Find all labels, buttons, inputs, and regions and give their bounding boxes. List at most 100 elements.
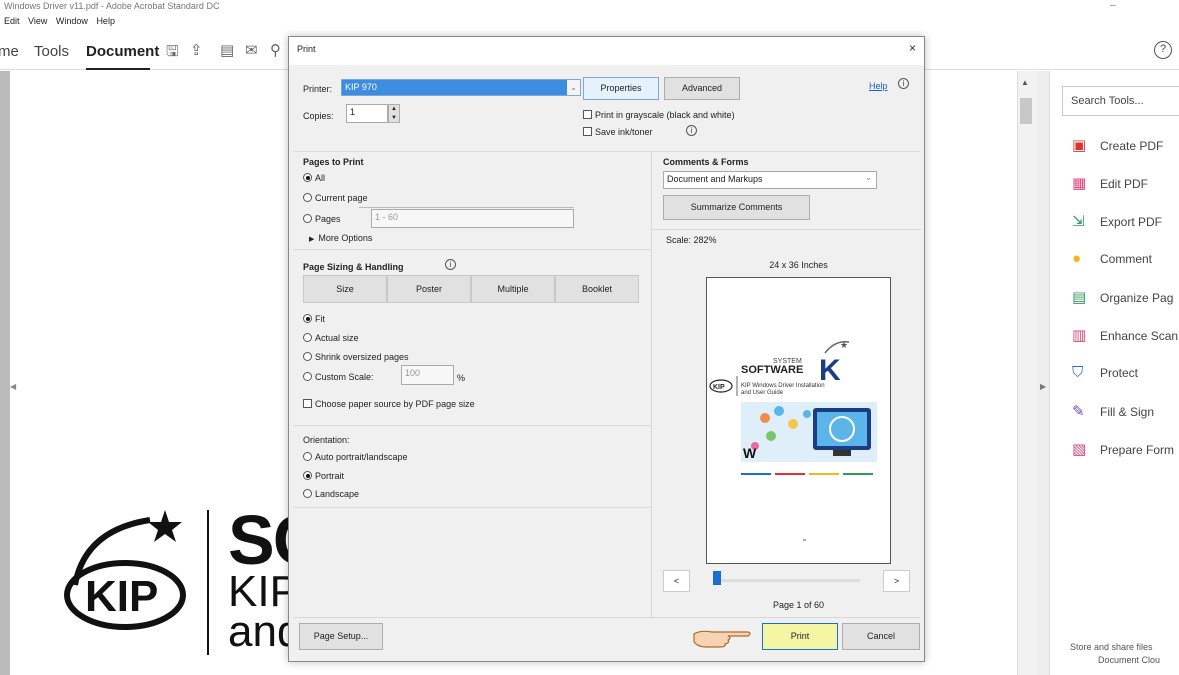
help-link[interactable]: Help bbox=[869, 81, 888, 91]
tool-label: Export PDF bbox=[1100, 215, 1163, 229]
menu-edit[interactable]: Edit bbox=[4, 16, 20, 26]
page-setup-button[interactable]: Page Setup... bbox=[299, 623, 383, 650]
grayscale-checkbox[interactable] bbox=[583, 110, 592, 119]
auto-orientation-radio[interactable] bbox=[303, 452, 312, 461]
advanced-button[interactable]: Advanced bbox=[664, 77, 740, 100]
divider bbox=[293, 249, 651, 250]
save-ink-label: Save ink/toner bbox=[595, 127, 653, 137]
portrait-radio[interactable] bbox=[303, 471, 312, 480]
custom-scale-label: Custom Scale: bbox=[315, 372, 374, 382]
multiple-tab[interactable]: Multiple bbox=[471, 275, 555, 303]
poster-tab[interactable]: Poster bbox=[387, 275, 471, 303]
actual-size-radio[interactable] bbox=[303, 333, 312, 342]
tool-enhance-scan[interactable]: ▥ Enhance Scan bbox=[1072, 326, 1178, 344]
current-page-option[interactable]: Current page bbox=[303, 193, 368, 203]
tool-fill-sign[interactable]: ✎ Fill & Sign bbox=[1072, 402, 1154, 420]
print-icon[interactable]: ▤ bbox=[220, 41, 234, 59]
grayscale-option[interactable]: Print in grayscale (black and white) bbox=[583, 110, 735, 120]
chevron-down-icon: ⌄ bbox=[865, 173, 872, 182]
orientation-heading: Orientation: bbox=[303, 435, 350, 445]
minimize-button[interactable]: – bbox=[1110, 0, 1116, 11]
tab-tools[interactable]: Tools bbox=[34, 43, 69, 60]
help-icon[interactable]: ? bbox=[1154, 41, 1172, 59]
email-icon[interactable]: ✉ bbox=[245, 41, 258, 59]
prev-page-button[interactable]: < bbox=[663, 570, 690, 592]
save-ink-checkbox[interactable] bbox=[583, 127, 592, 136]
shrink-radio[interactable] bbox=[303, 352, 312, 361]
svg-text:KIP: KIP bbox=[85, 572, 158, 621]
paper-source-checkbox[interactable] bbox=[303, 399, 312, 408]
save-ink-option[interactable]: Save ink/toner bbox=[583, 127, 653, 137]
shrink-option[interactable]: Shrink oversized pages bbox=[303, 352, 409, 362]
pages-range-radio[interactable] bbox=[303, 214, 312, 223]
properties-button[interactable]: Properties bbox=[583, 77, 659, 100]
preview-subtitle-2: and User Guide bbox=[741, 390, 784, 396]
menu-view[interactable]: View bbox=[28, 16, 47, 26]
info-icon[interactable]: i bbox=[898, 78, 909, 89]
more-options-toggle[interactable]: ▶ More Options bbox=[309, 233, 372, 243]
tool-label: Prepare Form bbox=[1100, 443, 1175, 457]
save-icon[interactable]: 🖫 bbox=[166, 41, 179, 66]
paper-source-option[interactable]: Choose paper source by PDF page size bbox=[303, 399, 475, 409]
tool-label: Edit PDF bbox=[1100, 177, 1149, 191]
pages-all-radio[interactable] bbox=[303, 173, 312, 182]
actual-size-option[interactable]: Actual size bbox=[303, 333, 359, 343]
pages-range-option[interactable]: Pages bbox=[303, 214, 341, 224]
fit-option[interactable]: Fit bbox=[303, 314, 325, 324]
custom-scale-radio[interactable] bbox=[303, 372, 312, 381]
search-tools-input[interactable]: Search Tools... bbox=[1062, 86, 1179, 116]
tool-edit-pdf[interactable]: ▦ Edit PDF bbox=[1072, 174, 1148, 192]
page-slider-track[interactable] bbox=[715, 579, 860, 582]
tool-export-pdf[interactable]: ⇲ Export PDF bbox=[1072, 212, 1162, 230]
upload-icon[interactable]: ⇪ bbox=[190, 41, 203, 59]
store-line-2: Document Clou bbox=[1098, 655, 1161, 665]
custom-scale-input[interactable]: 100 bbox=[401, 365, 454, 385]
tools-pane: Search Tools... ▣ Create PDF ▦ Edit PDF ⇲ E… bbox=[1049, 71, 1179, 675]
pages-range-input[interactable]: 1 - 60 bbox=[371, 209, 574, 228]
booklet-tab[interactable]: Booklet bbox=[555, 275, 639, 303]
current-page-radio[interactable] bbox=[303, 193, 312, 202]
tool-comment[interactable]: ● Comment bbox=[1072, 250, 1152, 267]
save-ink-info-icon[interactable]: i bbox=[686, 125, 697, 136]
logo-divider bbox=[207, 510, 209, 655]
page-sizing-info-icon[interactable]: i bbox=[445, 259, 456, 270]
cancel-button[interactable]: Cancel bbox=[842, 623, 920, 650]
scroll-up-icon[interactable]: ▲ bbox=[1021, 78, 1029, 87]
create-pdf-icon: ▣ bbox=[1072, 137, 1087, 154]
divider bbox=[293, 151, 920, 152]
pages-all-option[interactable]: All bbox=[303, 173, 325, 183]
scrollbar-thumb[interactable] bbox=[1020, 98, 1032, 124]
tab-document[interactable]: Document bbox=[86, 43, 159, 60]
portrait-option[interactable]: Portrait bbox=[303, 471, 344, 481]
pages-all-label: All bbox=[315, 173, 326, 183]
landscape-option[interactable]: Landscape bbox=[303, 489, 359, 499]
vertical-scrollbar[interactable] bbox=[1017, 71, 1037, 675]
copies-stepper[interactable]: ▲ ▼ bbox=[388, 104, 400, 123]
tool-prepare-form[interactable]: ▧ Prepare Form bbox=[1072, 440, 1174, 458]
tool-organize-pages[interactable]: ▤ Organize Pag bbox=[1072, 288, 1173, 306]
summarize-comments-button[interactable]: Summarize Comments bbox=[663, 195, 810, 220]
printer-select[interactable]: KIP 970 ⌄ bbox=[341, 79, 581, 96]
search-icon[interactable]: ⚲ bbox=[270, 41, 281, 59]
menu-help[interactable]: Help bbox=[96, 16, 115, 26]
close-icon[interactable]: × bbox=[909, 41, 916, 55]
tool-label: Enhance Scan bbox=[1100, 329, 1179, 343]
tool-protect[interactable]: ⛉ Protect bbox=[1072, 364, 1138, 381]
page-slider-thumb[interactable] bbox=[713, 571, 721, 585]
fit-radio[interactable] bbox=[303, 314, 312, 323]
tab-home[interactable]: me bbox=[0, 43, 19, 60]
next-page-button[interactable]: > bbox=[883, 570, 910, 592]
auto-orientation-label: Auto portrait/landscape bbox=[315, 452, 408, 462]
size-tab[interactable]: Size bbox=[303, 275, 387, 303]
custom-scale-option[interactable]: Custom Scale: bbox=[303, 372, 374, 382]
comments-forms-select[interactable]: Document and Markups ⌄ bbox=[663, 171, 877, 189]
left-panel-toggle-icon[interactable]: ◀ bbox=[10, 382, 16, 391]
menu-window[interactable]: Window bbox=[56, 16, 88, 26]
copies-input[interactable]: 1 bbox=[346, 104, 388, 123]
current-page-line bbox=[359, 207, 574, 208]
auto-orientation-option[interactable]: Auto portrait/landscape bbox=[303, 452, 408, 462]
landscape-radio[interactable] bbox=[303, 489, 312, 498]
collapse-tools-icon[interactable]: ▶ bbox=[1040, 382, 1046, 391]
print-button[interactable]: Print bbox=[762, 623, 838, 650]
tool-create-pdf[interactable]: ▣ Create PDF bbox=[1072, 136, 1163, 154]
